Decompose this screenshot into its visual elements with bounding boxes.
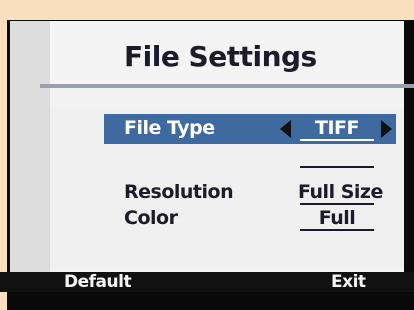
menu-item-value-file-type[interactable]: TIFF [300, 117, 374, 139]
value-separator [300, 166, 374, 168]
left-arrow-icon[interactable] [280, 120, 291, 138]
left-margin-panel [10, 21, 50, 290]
menu-item-value-resolution[interactable]: Full Size [298, 181, 383, 203]
value-underline-file-type [300, 139, 374, 141]
title-divider [40, 84, 414, 88]
default-button[interactable]: Default [64, 272, 132, 292]
menu-item-label-resolution[interactable]: Resolution [124, 181, 234, 203]
value-underline-resolution [300, 203, 374, 205]
value-underline-color [300, 229, 374, 231]
right-arrow-icon[interactable] [381, 120, 392, 138]
menu-item-label-file-type: File Type [124, 117, 215, 139]
menu-item-value-color[interactable]: Full [300, 207, 374, 229]
page-title: File Settings [124, 40, 317, 73]
exit-button[interactable]: Exit [331, 272, 366, 292]
menu-item-label-color[interactable]: Color [124, 207, 178, 229]
